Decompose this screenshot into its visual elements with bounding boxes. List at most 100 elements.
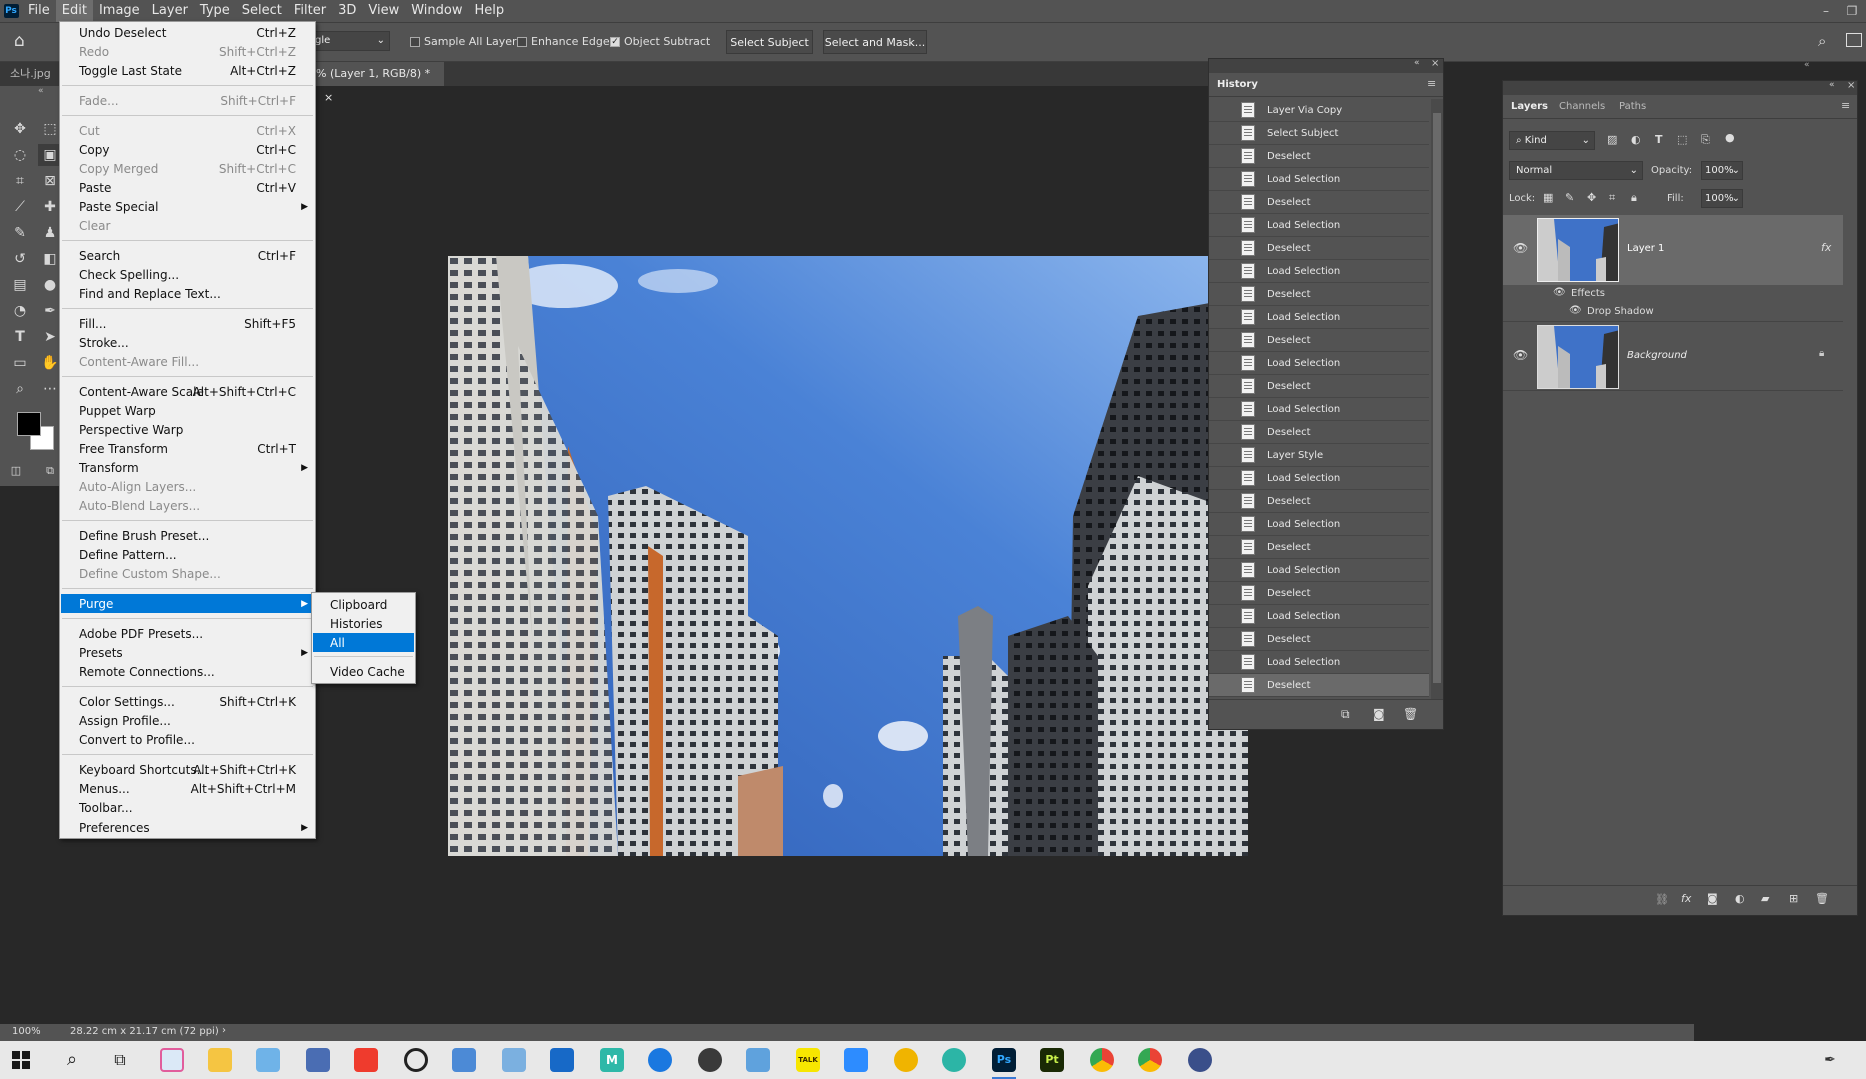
menu-filter[interactable]: Filter: [288, 0, 332, 22]
menu-item-copy-merged[interactable]: Copy Merged Shift+Ctrl+C: [61, 159, 314, 178]
edge-icon[interactable]: [942, 1048, 966, 1072]
eyedropper-tool-icon[interactable]: ⟋: [8, 196, 32, 218]
menu-item-define-brush-preset[interactable]: Define Brush Preset...: [61, 526, 314, 545]
lasso-tool-icon[interactable]: ◌: [8, 144, 32, 166]
history-scrollbar[interactable]: [1431, 99, 1443, 699]
norton-icon[interactable]: [894, 1048, 918, 1072]
history-item[interactable]: Deselect: [1209, 329, 1429, 352]
tab-layers[interactable]: Layers: [1511, 101, 1548, 112]
menu-item-paste-special[interactable]: Paste Special ▶: [61, 197, 314, 216]
select-and-mask-button[interactable]: Select and Mask...: [823, 30, 927, 54]
close-icon[interactable]: ×: [324, 91, 333, 104]
move-tool-icon[interactable]: ✥: [8, 118, 32, 140]
history-item[interactable]: Deselect: [1209, 628, 1429, 651]
m-app-icon[interactable]: M: [600, 1048, 624, 1072]
menu-item-toggle-last-state[interactable]: Toggle Last State Alt+Ctrl+Z: [61, 61, 314, 80]
type-tool-icon[interactable]: T: [8, 326, 32, 348]
chevron-right-icon[interactable]: ›: [222, 1025, 226, 1036]
fx-icon[interactable]: fx: [1821, 241, 1831, 254]
eye-icon[interactable]: 👁︎: [1513, 348, 1528, 362]
windows-start-icon[interactable]: [12, 1051, 30, 1069]
foreground-color-swatch[interactable]: [17, 412, 41, 436]
panel-menu-icon[interactable]: ≡: [1427, 77, 1436, 90]
menu-3d[interactable]: 3D: [332, 0, 362, 22]
menu-layer[interactable]: Layer: [146, 0, 194, 22]
menu-item-free-transform[interactable]: Free Transform Ctrl+T: [61, 439, 314, 458]
menu-item-fade[interactable]: Fade... Shift+Ctrl+F: [61, 91, 314, 110]
history-brush-icon[interactable]: ↺: [8, 248, 32, 270]
new-group-icon[interactable]: ▰: [1761, 892, 1769, 905]
prelude-taskbar-icon[interactable]: Pt: [1040, 1048, 1064, 1072]
menu-item-purge[interactable]: Purge ▶: [61, 594, 314, 613]
filter-pixel-icon[interactable]: ▨: [1607, 133, 1617, 146]
r-app-icon[interactable]: [648, 1048, 672, 1072]
menu-item-content-aware-fill[interactable]: Content-Aware Fill...: [61, 352, 314, 371]
menu-item-paste[interactable]: Paste Ctrl+V: [61, 178, 314, 197]
paint-app-icon[interactable]: [160, 1048, 184, 1072]
add-mask-icon[interactable]: ◙: [1707, 892, 1718, 905]
remote-app-icon[interactable]: [452, 1048, 476, 1072]
menu-item-check-spelling[interactable]: Check Spelling...: [61, 265, 314, 284]
menu-help[interactable]: Help: [469, 0, 511, 22]
menu-file[interactable]: File: [22, 0, 56, 22]
screen-app-icon[interactable]: [502, 1048, 526, 1072]
menu-item-adobe-pdf-presets[interactable]: Adobe PDF Presets...: [61, 624, 314, 643]
menu-item-undo-deselect[interactable]: Undo Deselect Ctrl+Z: [61, 23, 314, 42]
menu-item-find-replace[interactable]: Find and Replace Text...: [61, 284, 314, 303]
menu-item-define-pattern[interactable]: Define Pattern...: [61, 545, 314, 564]
search-icon[interactable]: ⌕: [60, 1048, 84, 1072]
new-document-from-state-icon[interactable]: ⧉: [1341, 707, 1350, 722]
camera-icon[interactable]: ◙: [1373, 707, 1385, 721]
history-item[interactable]: Load Selection: [1209, 513, 1429, 536]
menu-item-auto-align-layers[interactable]: Auto-Align Layers...: [61, 477, 314, 496]
menu-item-cut[interactable]: Cut Ctrl+X: [61, 121, 314, 140]
other-app-icon[interactable]: [1188, 1048, 1212, 1072]
history-item[interactable]: Deselect: [1209, 421, 1429, 444]
history-item[interactable]: Deselect: [1209, 536, 1429, 559]
menu-item-search[interactable]: Search Ctrl+F: [61, 246, 314, 265]
panel-menu-icon[interactable]: ≡: [1841, 99, 1850, 112]
quick-mask-icon[interactable]: ◫: [4, 460, 28, 482]
menu-item-color-settings[interactable]: Color Settings... Shift+Ctrl+K: [61, 692, 314, 711]
filter-kind-select[interactable]: ⌕ Kind ⌄: [1509, 131, 1595, 150]
collapse-icon[interactable]: «: [1804, 60, 1810, 70]
layer-effects-row[interactable]: 👁︎ Effects: [1503, 285, 1843, 303]
chrome-icon[interactable]: [1090, 1048, 1114, 1072]
dodge-tool-icon[interactable]: ◔: [8, 300, 32, 322]
lock-all-icon[interactable]: 🔒︎: [1631, 191, 1637, 205]
layer-effect-drop-shadow-row[interactable]: 👁︎ Drop Shadow: [1503, 303, 1843, 321]
menu-item-auto-blend-layers[interactable]: Auto-Blend Layers...: [61, 496, 314, 515]
history-item[interactable]: Load Selection: [1209, 260, 1429, 283]
home-icon[interactable]: ⌂: [14, 31, 25, 51]
menu-item-toolbar[interactable]: Toolbar...: [61, 798, 314, 817]
select-subject-button[interactable]: Select Subject: [726, 30, 813, 54]
history-item-current[interactable]: Deselect: [1209, 674, 1429, 697]
submenu-item-all[interactable]: All: [313, 633, 414, 652]
history-item[interactable]: Deselect: [1209, 191, 1429, 214]
document-canvas[interactable]: [448, 256, 1248, 856]
kakaotalk-icon[interactable]: TALK: [796, 1048, 820, 1072]
menu-edit[interactable]: Edit: [55, 0, 93, 22]
zoom-icon[interactable]: [844, 1048, 868, 1072]
tab-paths[interactable]: Paths: [1619, 101, 1646, 112]
history-item[interactable]: Load Selection: [1209, 214, 1429, 237]
link-layers-icon[interactable]: ⛓: [1655, 893, 1669, 906]
submenu-item-clipboard[interactable]: Clipboard: [313, 595, 414, 614]
pen-icon[interactable]: ✒: [1818, 1048, 1842, 1072]
menu-type[interactable]: Type: [194, 0, 236, 22]
trash-icon[interactable]: 🗑: [1403, 707, 1418, 721]
history-item[interactable]: Deselect: [1209, 490, 1429, 513]
history-item[interactable]: Load Selection: [1209, 651, 1429, 674]
minimize-icon[interactable]: –: [1812, 0, 1840, 22]
restore-icon[interactable]: ❐: [1838, 0, 1866, 22]
workspace-icon[interactable]: [1846, 33, 1862, 47]
obs-icon[interactable]: [698, 1048, 722, 1072]
zoom-tool-icon[interactable]: ⌕: [8, 378, 32, 400]
filter-adjustment-icon[interactable]: ◐: [1631, 133, 1641, 146]
history-item[interactable]: Load Selection: [1209, 306, 1429, 329]
menu-item-define-custom-shape[interactable]: Define Custom Shape...: [61, 564, 314, 583]
crop-tool-icon[interactable]: ⌗: [8, 170, 32, 192]
history-item[interactable]: Deselect: [1209, 237, 1429, 260]
calculator-icon[interactable]: [306, 1048, 330, 1072]
history-item[interactable]: Deselect: [1209, 375, 1429, 398]
